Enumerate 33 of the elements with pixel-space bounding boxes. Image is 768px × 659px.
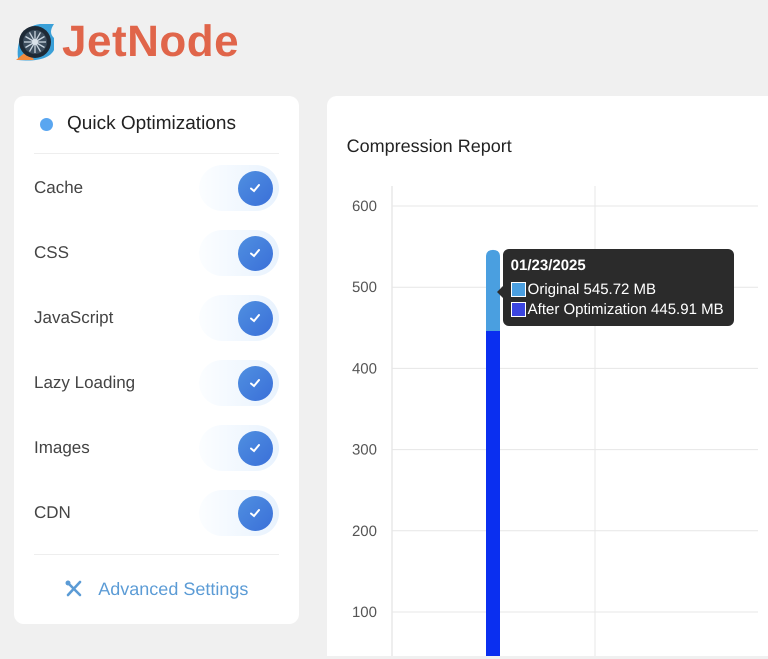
chart-title: Compression Report <box>346 136 512 157</box>
tooltip-value: After Optimization 445.91 MB <box>528 301 724 318</box>
toggle-switch[interactable] <box>198 165 279 212</box>
y-tick-label: 600 <box>352 198 377 215</box>
option-label: Cache <box>34 178 84 198</box>
y-tick-label: 200 <box>352 522 377 540</box>
toggle-switch[interactable] <box>198 360 279 406</box>
option-label: Images <box>34 438 90 458</box>
toggle-switch[interactable] <box>198 295 279 342</box>
check-icon <box>248 506 262 520</box>
logo-text: JetNode <box>62 18 240 66</box>
tooltip-value: Original 545.72 MB <box>528 281 656 298</box>
toggle-switch[interactable] <box>198 490 279 536</box>
section-title: Quick Optimizations <box>67 113 236 136</box>
check-icon <box>248 311 262 326</box>
option-label: JavaScript <box>34 308 114 328</box>
check-icon <box>248 181 262 196</box>
check-icon <box>248 376 262 390</box>
toggle-switch[interactable] <box>198 425 279 472</box>
tooltip-date: 01/23/2025 <box>510 257 587 274</box>
advanced-settings-link[interactable]: Advanced Settings <box>98 578 248 600</box>
tools-icon <box>64 579 84 600</box>
option-label: CDN <box>34 503 71 524</box>
y-tick-label: 400 <box>352 360 377 378</box>
check-icon <box>248 246 262 260</box>
option-label: Lazy Loading <box>34 373 136 394</box>
toggle-switch[interactable] <box>198 230 279 276</box>
option-label: CSS <box>34 243 69 264</box>
bullet-icon <box>40 118 53 131</box>
check-icon <box>248 441 262 456</box>
y-tick-label: 100 <box>352 604 377 621</box>
y-tick-label: 500 <box>352 279 377 296</box>
y-tick-label: 300 <box>352 442 377 459</box>
